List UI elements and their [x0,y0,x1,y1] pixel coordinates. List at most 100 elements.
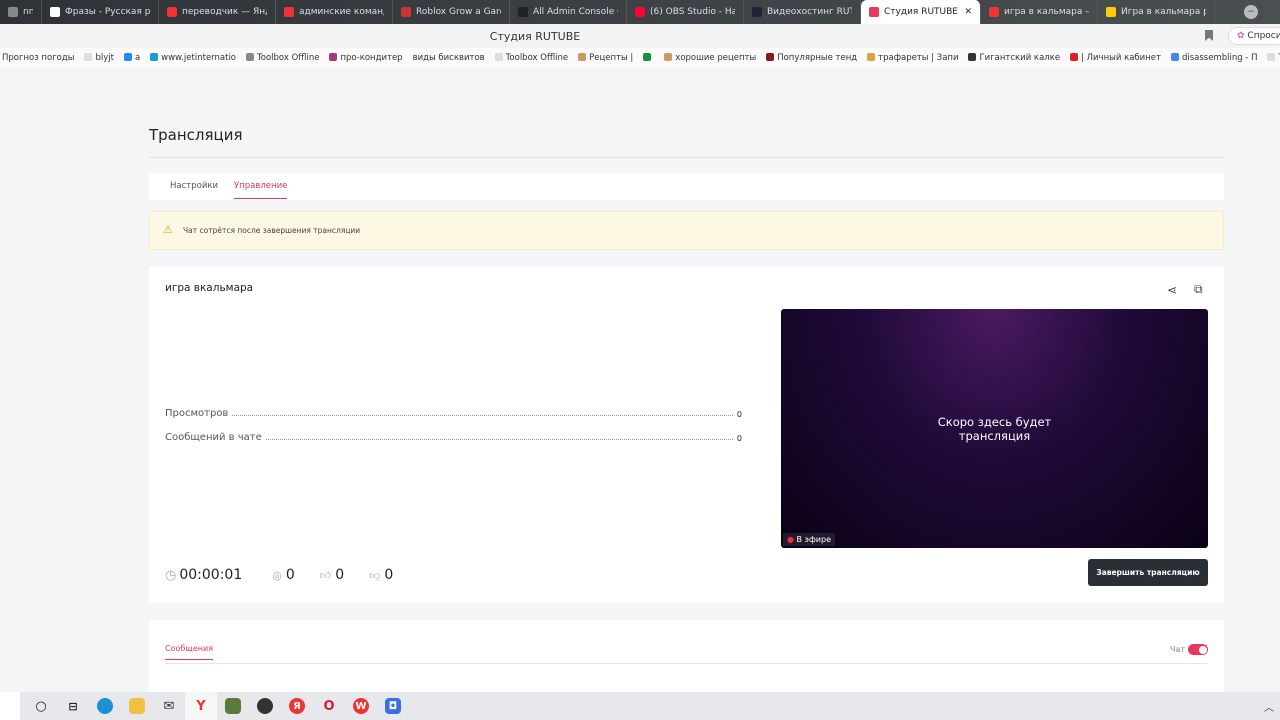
bookmark-favicon-icon [329,53,338,61]
start-area[interactable] [0,692,20,720]
bookmarks-bar: Прогноз погоды blyjt a www.jetinternatio Too… [0,48,1280,68]
divider [149,157,1224,158]
yandex-icon[interactable]: Я [281,692,313,720]
end-stream-button[interactable]: Завершить трансляцию [1088,559,1208,586]
tab-settings[interactable]: Настройки [170,181,218,191]
browser-title-bar: Студия RUTUBE ✿ Спроси [0,24,1280,48]
bookmark-icon[interactable] [1205,30,1213,41]
taskbar: ○ ⊟ ✉ Y Я O W ◘ ︿ [0,692,1280,720]
clock-icon: ◷ [165,567,177,583]
bookmark-favicon-icon [150,53,159,61]
like-icon: 👍︎ [319,568,332,582]
bookmark-favicon-icon [1267,53,1276,61]
bookmark-item[interactable]: трафареты | Запи [867,53,958,63]
browser-tab[interactable]: Фразы - Русская рас [42,0,159,24]
browser-tab[interactable]: переводчик — Яндекс [159,0,276,24]
minecraft-icon[interactable] [217,692,249,720]
tab-favicon-icon [8,7,18,17]
tab-favicon-icon [752,7,762,17]
browser-tab[interactable]: All Admin Console Co [510,0,627,24]
edge-icon[interactable] [89,692,121,720]
bookmark-item[interactable]: Популярные тенд [766,53,857,63]
browser-tab[interactable]: Студия RUTUBE ✕ [861,0,981,24]
bookmark-favicon-icon [968,53,977,61]
tab-favicon-icon [167,7,177,17]
dislikes-count: 0 [384,567,394,583]
browser-tab[interactable]: Roblox Grow a Garden [393,0,510,24]
bookmark-favicon-icon [766,53,775,61]
tab-messages[interactable]: Сообщения [165,644,214,660]
bookmark-item[interactable]: Рецепты | [578,53,633,63]
wps-icon[interactable]: W [345,692,377,720]
bookmark-item[interactable]: disassembling - П [1170,53,1257,63]
dislike-icon: 👎︎ [369,568,381,582]
browser-tab[interactable]: игра в кальмара — Ян [981,0,1098,24]
stream-card: игра вкальмара ⋖ ⧉ Просмотров 0 Сообщений… [149,267,1224,603]
tab-favicon-icon [518,7,528,17]
page-title-bar-text: Студия RUTUBE [489,30,581,43]
tab-favicon-icon [635,7,645,17]
stat-views: Просмотров 0 [165,408,742,419]
yandex-browser-icon[interactable]: Y [185,692,217,720]
bookmark-favicon-icon [1070,53,1079,61]
stream-timer: 00:00:01 [179,567,243,583]
page-content: Трансляция Настройки Управление ⚠ Чат со… [0,68,1280,700]
bookmark-item[interactable]: Toolbox Offline [494,53,568,63]
bookmark-item[interactable]: www.jetinternatio [150,53,236,63]
browser-tab[interactable]: nnamed_ [0,0,42,24]
viewers-icon: ◎ [272,568,282,582]
task-view-icon[interactable]: ⊟ [57,692,89,720]
stat-chat-messages: Сообщений в чате 0 [165,432,742,443]
bookmark-item[interactable]: Toolbox Offline [1267,53,1280,63]
bookmark-item[interactable]: виды бисквитов [413,53,485,63]
bookmark-item[interactable] [643,53,654,63]
bookmark-item[interactable]: a [123,53,140,63]
ask-button[interactable]: ✿ Спроси [1228,27,1280,45]
browser-tab-strip: nnamed_Фразы - Русская распереводчик — Я… [0,0,1280,24]
bookmark-item[interactable]: Гигантский калке [968,53,1060,63]
alert-text: Чат сотрётся после завершения трансляции [183,226,361,235]
page-title: Трансляция [149,126,243,144]
tabs-card: Настройки Управление [149,173,1224,200]
bookmark-item[interactable]: Прогноз погоды [2,53,74,63]
viewers-count: 0 [285,567,295,583]
roblox-icon[interactable]: ◘ [377,692,409,720]
open-external-icon[interactable]: ⧉ [1194,282,1203,297]
tab-favicon-icon [401,7,411,17]
bookmark-favicon-icon [867,53,876,61]
tab-management[interactable]: Управление [234,181,288,199]
bookmark-favicon-icon [578,53,587,61]
close-tab-icon[interactable]: ✕ [964,7,972,17]
tab-favicon-icon [869,7,879,17]
new-tab-button[interactable]: − [1244,5,1258,19]
alert-banner: ⚠ Чат сотрётся после завершения трансляц… [149,211,1224,250]
browser-tab[interactable]: Игра в кальмара роб [1098,0,1215,24]
browser-tab[interactable]: Видеохостинг RUTUBE [744,0,861,24]
chat-toggle-label: Чат [1170,645,1186,654]
warning-icon: ⚠ [163,223,173,236]
tab-favicon-icon [284,7,294,17]
live-badge: ● В эфире [783,533,835,546]
stream-preview[interactable]: Скоро здесь будет трансляция ● В эфире [781,309,1208,548]
search-icon[interactable]: ○ [25,692,57,720]
share-icon[interactable]: ⋖ [1167,283,1177,297]
file-explorer-icon[interactable] [121,692,153,720]
chat-toggle[interactable] [1188,644,1208,655]
bookmark-item[interactable]: хорошие рецепты [664,53,756,63]
bookmark-item[interactable]: | Личный кабинет [1070,53,1161,63]
mail-icon[interactable]: ✉ [153,692,185,720]
browser-tab[interactable]: админские команды [276,0,393,24]
opera-icon[interactable]: O [313,692,345,720]
obs-icon[interactable] [249,692,281,720]
bookmark-item[interactable]: Toolbox Offline [246,53,319,63]
browser-tab[interactable]: (6) OBS Studio - Наст [627,0,744,24]
stream-name: игра вкальмара [165,282,254,294]
bookmark-favicon-icon [84,53,93,61]
bookmark-favicon-icon [1170,53,1179,61]
tab-favicon-icon [50,7,60,17]
bookmark-item[interactable]: blyjt [84,53,114,63]
ask-icon: ✿ [1237,31,1245,41]
chevron-up-icon[interactable]: ︿ [1264,699,1274,714]
bookmark-item[interactable]: про-кондитер [329,53,403,63]
bookmark-favicon-icon [664,53,673,61]
